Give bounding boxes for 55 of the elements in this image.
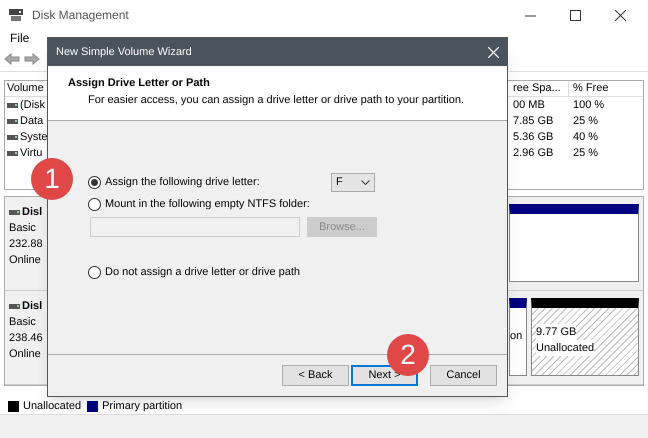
table-cell-text: 25 % [572, 146, 600, 161]
wizard-button[interactable]: Cancel [430, 365, 497, 386]
option-label: Mount in the following empty NTFS folder: [105, 196, 311, 212]
partition-label: 9.77 GB [536, 324, 576, 340]
column-header[interactable]: % Free [569, 81, 643, 96]
volume-icon [7, 118, 18, 124]
table-cell-text: 40 % [572, 130, 600, 145]
disk-name: Disl [22, 205, 42, 220]
disk-type: Basic [9, 315, 37, 330]
disk-size: 238.46 [9, 331, 44, 346]
legend-label: Unallocated [23, 398, 82, 414]
table-cell-text: 25 % [572, 114, 600, 129]
disk-status: Online [9, 347, 42, 362]
table-cell-text: 100 % [572, 98, 606, 113]
column-header[interactable]: Volume [5, 81, 51, 96]
option-label: Do not assign a drive letter or drive path [105, 264, 302, 280]
radio-button[interactable] [88, 198, 101, 210]
disk-status: Online [9, 253, 42, 268]
disk-size: 232.88 [9, 237, 44, 252]
disk-name: Disl [22, 299, 42, 314]
close-icon [488, 46, 499, 58]
table-cell-text: Data [20, 114, 44, 129]
close-icon [615, 10, 626, 20]
wizard-subtitle: For easier access, you can assign a drive letter or drive path to your partition. [87, 92, 466, 108]
wizard-button[interactable]: < Back [282, 365, 349, 386]
table-cell-text: Virtu [20, 146, 42, 161]
table-cell-text: 00 MB [513, 98, 546, 113]
disk-type: Basic [9, 221, 37, 236]
volume-icon [7, 134, 18, 140]
volume-icon [7, 102, 18, 108]
volume-icon [7, 150, 18, 156]
dialog-title: New Simple Volume Wizard [56, 44, 193, 60]
disk-management-icon [8, 8, 24, 22]
caret-icon [361, 180, 370, 184]
forward-arrow-icon [24, 52, 40, 64]
unallocated-partition[interactable]: 9.77 GB Unallocated [531, 298, 639, 376]
table-cell-text: 7.85 GB [513, 114, 554, 129]
window-title: Disk Management [32, 7, 130, 24]
drive-letter-dropdown[interactable]: F [331, 172, 375, 192]
partition[interactable]: on [509, 298, 527, 376]
table-cell-text: 2.96 GB [513, 146, 554, 161]
partition-label: Unallocated [536, 340, 594, 356]
radio-button[interactable] [88, 266, 101, 278]
option-label: Assign the following drive letter: [105, 174, 261, 190]
table-cell-text: (Disk [20, 98, 46, 113]
menu-item[interactable]: File [10, 29, 30, 47]
legend-label: Primary partition [102, 398, 182, 414]
partition[interactable] [509, 204, 639, 282]
table-cell-text: 5.36 GB [513, 130, 554, 145]
wizard-heading: Assign Drive Letter or Path [68, 76, 211, 91]
back-arrow-icon [4, 52, 20, 64]
column-header[interactable]: ree Spa... [513, 81, 569, 96]
maximize-icon [570, 10, 581, 20]
table-cell-text: Syste [20, 130, 48, 145]
radio-button[interactable] [88, 176, 101, 188]
